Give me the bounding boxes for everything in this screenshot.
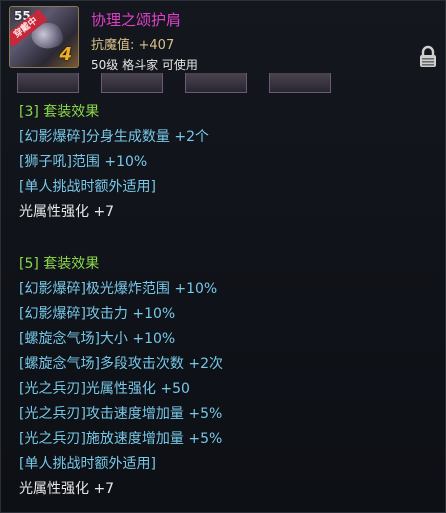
item-name: 协理之颂护肩 <box>91 11 182 29</box>
set5-effect-line: [光之兵刃]光属性强化 +50 <box>19 381 190 397</box>
magic-resist-stat: 抗魔值: +407 <box>91 38 175 53</box>
enhance-level: 4 <box>59 44 72 65</box>
set5-effect-line: 光属性强化 +7 <box>19 481 115 497</box>
set5-effect-line: [幻影爆碎]极光爆炸范围 +10% <box>19 281 218 297</box>
set-item-slot[interactable] <box>17 73 79 93</box>
set3-effect-line: [幻影爆碎]分身生成数量 +2个 <box>19 129 210 145</box>
set-item-slot[interactable] <box>269 73 331 93</box>
set5-effect-line: [螺旋念气场]大小 +10% <box>19 331 176 347</box>
set5-effect-line: [螺旋念气场]多段攻击次数 +2次 <box>19 356 224 372</box>
requirement-line: 50级 格斗家 可使用 <box>91 58 198 72</box>
set3-effect-line: [狮子吼]范围 +10% <box>19 154 148 170</box>
set5-effect-line: [单人挑战时额外适用] <box>19 456 156 472</box>
set-item-slot[interactable] <box>185 73 247 93</box>
set5-effect-line: [幻影爆碎]攻击力 +10% <box>19 306 176 322</box>
set5-header: [5] 套装效果 <box>19 256 100 272</box>
set-items-strip <box>1 73 445 97</box>
set3-header: [3] 套装效果 <box>19 104 100 120</box>
set5-effect-line: [光之兵刃]攻击速度增加量 +5% <box>19 406 223 422</box>
set-item-slot[interactable] <box>101 73 163 93</box>
tooltip-header: 55 穿戴中 4 协理之颂护肩 抗魔值: +407 50级 格斗家 可使用 <box>1 1 445 73</box>
item-tooltip: 55 穿戴中 4 协理之颂护肩 抗魔值: +407 50级 格斗家 可使用 [3… <box>0 0 446 513</box>
set5-effect-line: [光之兵刃]施放速度增加量 +5% <box>19 431 223 447</box>
set3-effect-line: 光属性强化 +7 <box>19 204 115 220</box>
lock-icon[interactable] <box>418 45 438 69</box>
item-icon[interactable]: 55 穿戴中 4 <box>9 6 79 68</box>
set3-effect-line: [单人挑战时额外适用] <box>19 179 156 195</box>
